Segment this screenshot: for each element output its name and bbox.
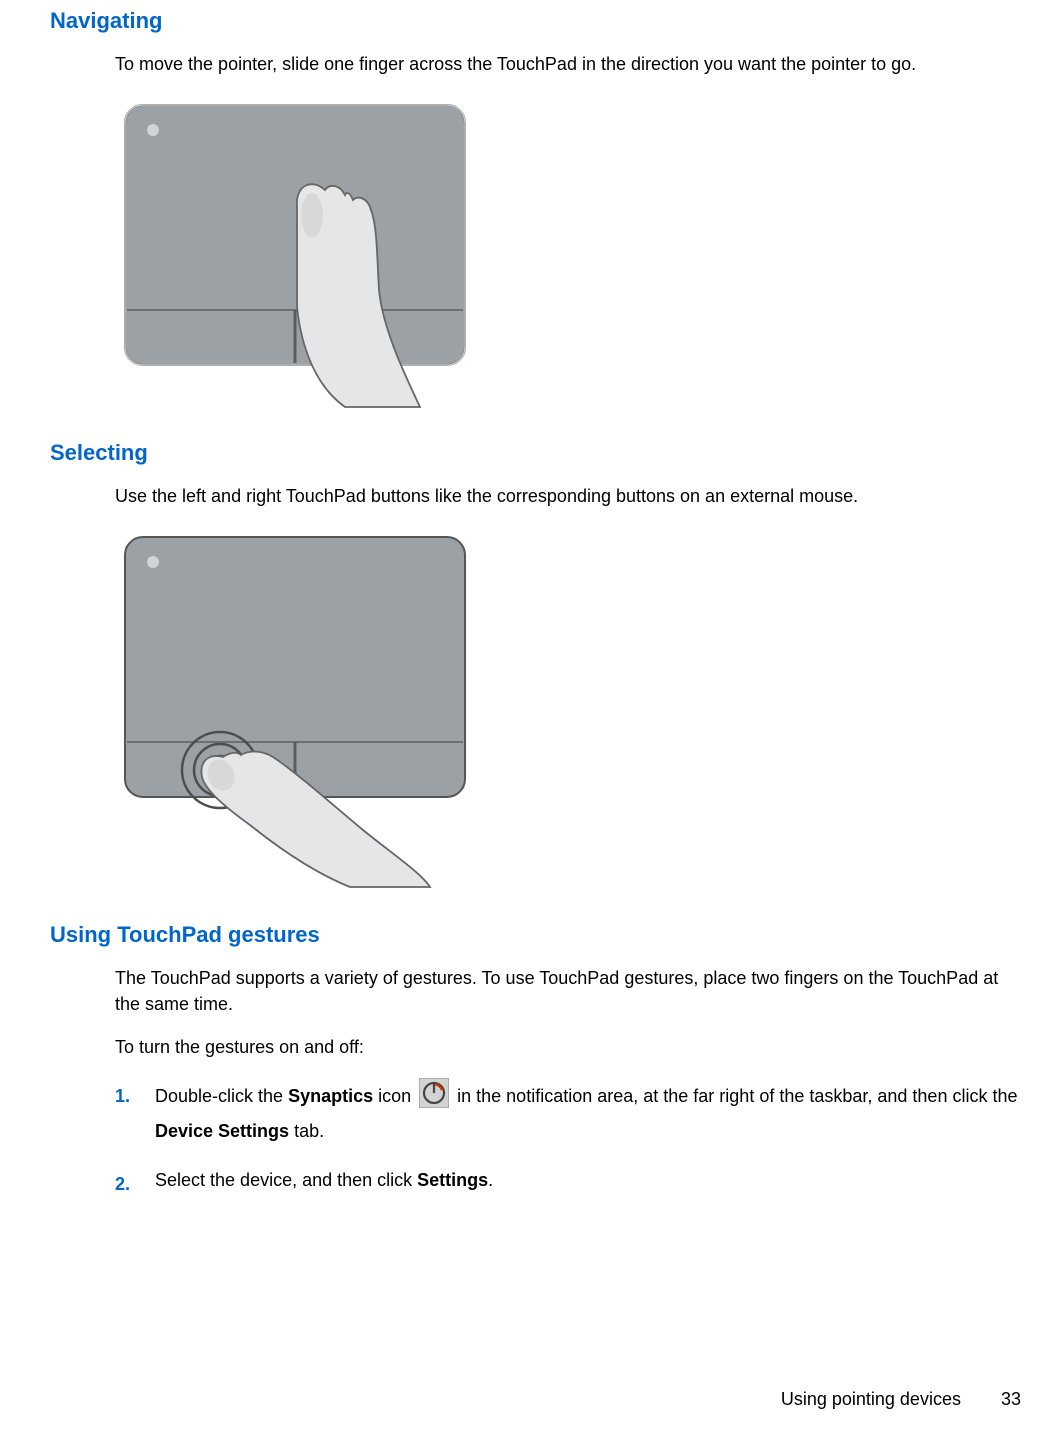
step-1-text-a: Double-click the	[155, 1086, 288, 1106]
touchpad-select-icon	[115, 527, 475, 897]
step-2-bold-settings: Settings	[417, 1170, 488, 1190]
body-selecting: Use the left and right TouchPad buttons …	[115, 484, 1021, 509]
illustration-navigating	[115, 95, 1021, 415]
heading-selecting: Selecting	[50, 440, 1021, 466]
heading-gestures: Using TouchPad gestures	[50, 922, 1021, 948]
step-1: 1. Double-click the Synaptics icon in th…	[115, 1078, 1021, 1146]
step-2-text-b: .	[488, 1170, 493, 1190]
step-1-bold-device-settings: Device Settings	[155, 1121, 289, 1141]
step-number: 2.	[115, 1170, 130, 1199]
footer-page-number: 33	[1001, 1389, 1021, 1410]
step-1-text-c: in the notification area, at the far rig…	[452, 1086, 1017, 1106]
body-navigating: To move the pointer, slide one finger ac…	[115, 52, 1021, 77]
touchpad-navigate-icon	[115, 95, 475, 415]
step-number: 1.	[115, 1082, 130, 1111]
synaptics-icon	[419, 1078, 449, 1117]
heading-navigating: Navigating	[50, 8, 1021, 34]
steps-list: 1. Double-click the Synaptics icon in th…	[115, 1078, 1021, 1194]
step-1-bold-synaptics: Synaptics	[288, 1086, 373, 1106]
footer-section-title: Using pointing devices	[781, 1389, 961, 1409]
step-2: 2. Select the device, and then click Set…	[115, 1166, 1021, 1195]
step-2-text-a: Select the device, and then click	[155, 1170, 417, 1190]
body-gestures: The TouchPad supports a variety of gestu…	[115, 966, 1021, 1016]
step-1-text-b: icon	[373, 1086, 416, 1106]
step-1-text-d: tab.	[289, 1121, 324, 1141]
page-footer: Using pointing devices 33	[781, 1389, 1021, 1410]
illustration-selecting	[115, 527, 1021, 897]
intro-gestures: To turn the gestures on and off:	[115, 1035, 1021, 1060]
